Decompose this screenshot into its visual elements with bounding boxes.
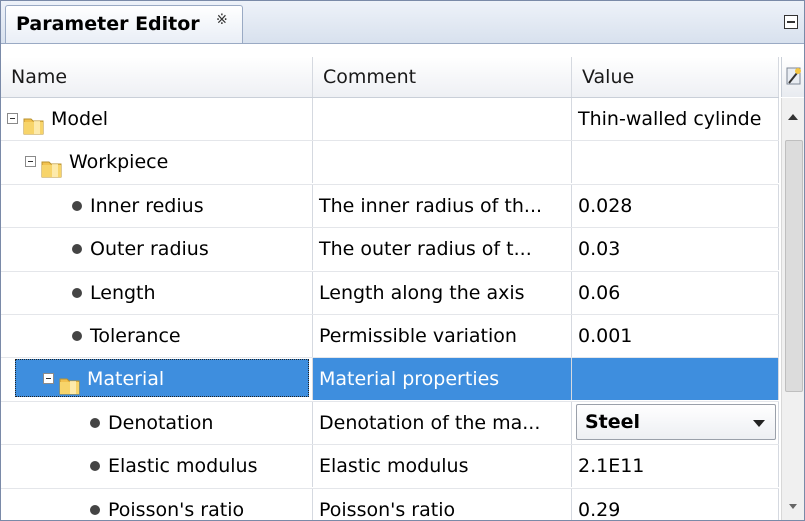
parameter-bullet-icon xyxy=(72,330,82,341)
column-header-name[interactable]: Name xyxy=(1,57,313,97)
tree-param-row[interactable]: Elastic modulus Elastic modulus 2.1E11 xyxy=(1,445,779,489)
chevron-down-icon[interactable] xyxy=(753,419,765,427)
comment-cell[interactable]: The outer radius of t... xyxy=(313,228,572,271)
parameter-name: Elastic modulus xyxy=(108,455,258,478)
minimize-icon[interactable] xyxy=(784,15,798,29)
collapse-icon[interactable] xyxy=(7,113,18,124)
name-cell[interactable]: Poisson's ratio xyxy=(1,488,313,521)
parameter-bullet-icon xyxy=(90,417,100,428)
value-cell[interactable]: Thin-walled cylinde xyxy=(572,98,779,140)
comment-cell[interactable]: Material properties xyxy=(313,358,572,401)
parameter-bullet-icon xyxy=(72,200,82,211)
tab-parameter-editor[interactable]: Parameter Editor ※ xyxy=(5,5,243,43)
name-cell[interactable]: Inner redius xyxy=(1,184,313,227)
parameter-name: Length xyxy=(90,281,156,304)
tree-param-row[interactable]: Inner redius The inner radius of th... 0.0… xyxy=(1,184,779,229)
parameter-name: Poisson's ratio xyxy=(108,498,245,521)
select-value: Steel xyxy=(585,410,641,433)
name-cell[interactable]: Workpiece xyxy=(1,141,313,184)
column-chooser-button[interactable] xyxy=(781,57,804,97)
value-cell[interactable] xyxy=(572,358,779,401)
scrollbar-thumb[interactable] xyxy=(785,140,803,392)
parameter-bullet-icon xyxy=(90,504,100,515)
tree-folder-row[interactable]: Material Material properties xyxy=(1,358,779,402)
close-icon[interactable]: ※ xyxy=(216,12,228,28)
tab-title: Parameter Editor xyxy=(16,13,200,35)
folder-icon xyxy=(23,108,45,135)
parameter-name: Outer radius xyxy=(90,238,209,261)
comment-cell[interactable] xyxy=(313,98,572,140)
parameter-bullet-icon xyxy=(90,461,100,472)
tree-param-row[interactable]: Poisson's ratio Poisson's ratio 0.29 xyxy=(1,488,779,521)
value-cell[interactable] xyxy=(572,141,779,184)
column-header-comment[interactable]: Comment xyxy=(313,57,572,97)
tree-param-row[interactable]: Denotation Denotation of the ma... Steel xyxy=(1,401,779,446)
comment-cell[interactable]: Elastic modulus xyxy=(313,445,572,488)
value-cell[interactable]: 0.03 xyxy=(572,228,779,271)
parameter-name: Model xyxy=(51,108,109,130)
value-cell[interactable]: 0.028 xyxy=(572,184,779,227)
parameter-editor-window: Parameter Editor ※ Name Comment Value Mo… xyxy=(0,0,805,521)
value-cell[interactable]: 2.1E11 xyxy=(572,445,779,488)
vertical-scrollbar[interactable] xyxy=(781,98,804,520)
tab-strip: Parameter Editor ※ xyxy=(1,1,804,44)
material-denotation-select[interactable]: Steel xyxy=(576,403,776,440)
parameter-name: Workpiece xyxy=(69,151,169,174)
parameter-name: Material xyxy=(87,368,165,391)
tree-param-row[interactable]: Tolerance Permissible variation 0.001 xyxy=(1,314,779,359)
name-cell[interactable]: Outer radius xyxy=(1,228,313,271)
comment-cell[interactable]: Poisson's ratio xyxy=(313,488,572,520)
scroll-down-icon[interactable] xyxy=(782,494,804,520)
name-cell[interactable]: Model xyxy=(1,98,313,140)
tree-param-row[interactable]: Outer radius The outer radius of t... 0.03 xyxy=(1,228,779,272)
tree-folder-row[interactable]: Workpiece xyxy=(1,141,779,185)
magic-wand-icon xyxy=(786,67,801,85)
name-cell[interactable]: Denotation xyxy=(1,401,313,444)
comment-cell[interactable] xyxy=(313,141,572,184)
parameter-bullet-icon xyxy=(72,287,82,298)
column-header-value[interactable]: Value xyxy=(572,57,779,97)
scroll-up-icon[interactable] xyxy=(782,98,804,136)
parameter-bullet-icon xyxy=(72,244,82,255)
parameter-name: Tolerance xyxy=(90,324,181,347)
table-header: Name Comment Value xyxy=(1,57,779,98)
collapse-icon[interactable] xyxy=(43,373,54,385)
collapse-icon[interactable] xyxy=(25,156,36,168)
parameter-name: Denotation xyxy=(108,411,214,434)
comment-cell[interactable]: Denotation of the ma... xyxy=(313,401,572,444)
value-cell[interactable]: 0.29 xyxy=(572,488,779,520)
name-cell[interactable]: Elastic modulus xyxy=(1,445,313,488)
comment-cell[interactable]: Permissible variation xyxy=(313,314,572,357)
name-cell[interactable]: Length xyxy=(1,271,313,314)
folder-icon xyxy=(59,368,81,395)
folder-icon xyxy=(41,151,63,178)
tree-param-row[interactable]: Length Length along the axis 0.06 xyxy=(1,271,779,315)
tree-folder-row[interactable]: Model Thin-walled cylinde xyxy=(1,98,779,142)
comment-cell[interactable]: Length along the axis xyxy=(313,271,572,314)
parameter-tree: Model Thin-walled cylinde Workpiece Inner r… xyxy=(1,98,779,521)
comment-cell[interactable]: The inner radius of th... xyxy=(313,184,572,227)
value-cell[interactable]: 0.001 xyxy=(572,314,779,357)
parameter-name: Inner redius xyxy=(90,194,204,217)
name-cell[interactable]: Tolerance xyxy=(1,314,313,357)
value-cell[interactable]: 0.06 xyxy=(572,271,779,314)
name-cell[interactable]: Material xyxy=(1,358,313,401)
value-cell[interactable]: Steel xyxy=(572,401,779,444)
